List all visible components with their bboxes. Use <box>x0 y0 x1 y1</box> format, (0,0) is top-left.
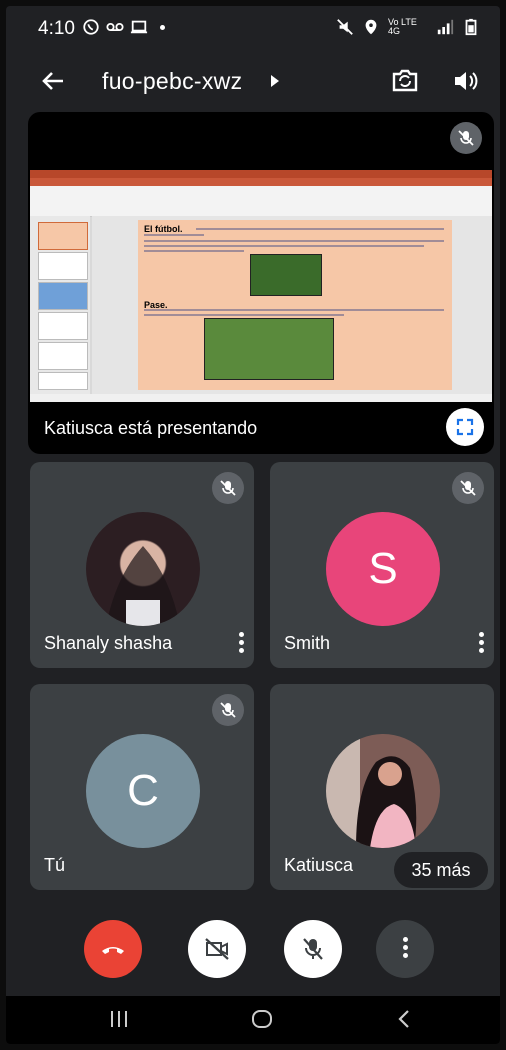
more-options-button[interactable] <box>376 920 434 978</box>
participant-name: Tú <box>44 855 66 875</box>
presentation-mic-off-badge <box>450 122 482 154</box>
slide-image-soccer-2 <box>204 318 334 380</box>
video-off-icon <box>205 938 229 960</box>
speaker-icon[interactable] <box>452 68 478 94</box>
participant-more-button[interactable] <box>238 632 244 654</box>
slide-thumbnail <box>38 282 88 310</box>
slide-thumbnail <box>38 312 88 340</box>
slide-thumbnail <box>38 372 88 390</box>
slide-thumbnails <box>30 216 90 394</box>
ribbon-toolbar <box>30 186 492 217</box>
slide-thumbnail <box>38 342 88 370</box>
back-icon[interactable] <box>396 1008 412 1030</box>
end-call-icon <box>102 947 124 954</box>
participant-mic-off-badge <box>212 694 244 726</box>
mic-off-icon <box>220 702 236 718</box>
mic-toggle-button[interactable] <box>284 920 342 978</box>
participant-tile[interactable]: Shanaly shasha <box>30 462 254 668</box>
signal-icon <box>437 19 454 35</box>
participant-name: Katiusca <box>284 855 354 875</box>
home-icon[interactable] <box>250 1008 274 1030</box>
end-call-button[interactable] <box>84 920 142 978</box>
back-arrow-icon[interactable] <box>38 66 68 96</box>
participant-mic-off-badge <box>452 472 484 504</box>
whatsapp-icon <box>83 19 99 35</box>
participant-name: Smith <box>284 633 331 653</box>
app-status-bar <box>30 394 492 402</box>
mic-off-icon <box>220 480 236 496</box>
caret-right-icon[interactable] <box>270 74 280 88</box>
slide-thumbnail <box>38 252 88 280</box>
slide-heading-futbol: El fútbol. <box>144 224 183 234</box>
meeting-code[interactable]: fuo-pebc-xwz <box>102 68 242 95</box>
status-bar: 4:10 Vo LTE 4G <box>6 6 500 52</box>
more-participants-pill[interactable]: 35 más <box>394 852 488 888</box>
participant-mic-off-badge <box>212 472 244 504</box>
switch-camera-icon[interactable] <box>390 68 420 94</box>
avatar: C <box>86 734 200 848</box>
participant-more-button[interactable] <box>478 632 484 654</box>
mic-off-icon <box>460 480 476 496</box>
presentation-tile[interactable]: El fútbol. Pase. Katiusca está presentan… <box>28 112 494 454</box>
android-nav-bar <box>6 996 500 1044</box>
participant-tile[interactable]: S Smith <box>270 462 494 668</box>
avatar-letter: S <box>368 544 398 593</box>
mute-icon <box>337 19 353 35</box>
avatar <box>86 512 200 626</box>
laptop-icon <box>130 20 148 34</box>
participant-tile[interactable]: C Tú <box>30 684 254 890</box>
recents-icon[interactable] <box>108 1008 130 1030</box>
meeting-top-bar: fuo-pebc-xwz <box>6 54 500 110</box>
location-icon <box>365 19 377 35</box>
ribbon-tabs <box>30 178 492 186</box>
fullscreen-icon <box>456 418 474 436</box>
mic-off-icon <box>458 130 474 146</box>
participant-tile[interactable]: Katiusca 35 más <box>270 684 494 890</box>
fullscreen-button[interactable] <box>446 408 484 446</box>
mic-off-icon <box>303 938 323 960</box>
phone-screen: 4:10 Vo LTE 4G fuo-pebc-xwz El fútbol. P… <box>6 6 500 1044</box>
avatar-letter: C <box>127 766 159 815</box>
status-time: 4:10 <box>38 18 75 39</box>
participant-name: Shanaly shasha <box>44 633 173 653</box>
current-slide: El fútbol. Pase. <box>138 220 452 390</box>
avatar: S <box>326 512 440 626</box>
shared-screen: El fútbol. Pase. <box>30 170 492 402</box>
slide-canvas: El fútbol. Pase. <box>92 216 492 394</box>
more-vert-icon <box>402 937 408 961</box>
slide-image-soccer-1 <box>250 254 322 296</box>
voicemail-icon <box>106 22 124 32</box>
presenter-label: Katiusca está presentando <box>44 418 258 438</box>
avatar <box>326 734 440 848</box>
battery-icon <box>465 18 477 36</box>
slide-thumbnail <box>38 222 88 250</box>
notification-dot-icon <box>160 24 165 30</box>
network-type: Vo LTE 4G <box>388 17 417 36</box>
camera-toggle-button[interactable] <box>188 920 246 978</box>
